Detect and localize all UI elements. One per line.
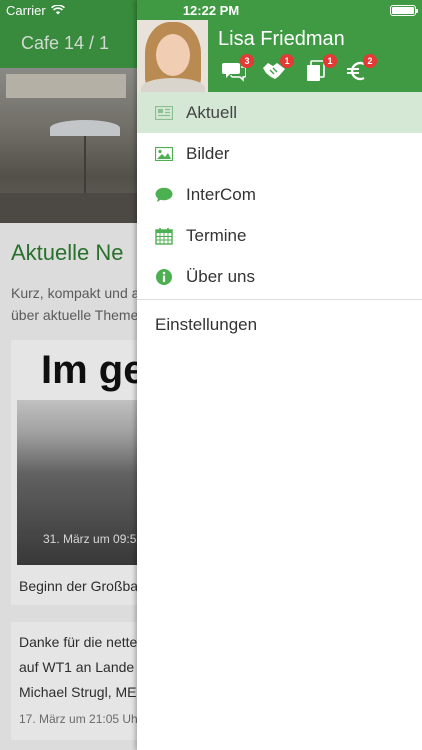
notification-badge: 1 (280, 54, 294, 68)
euro-icon[interactable]: 2 (345, 54, 377, 82)
notification-badge: 1 (323, 54, 337, 68)
notification-badge: 2 (363, 54, 377, 68)
speech-bubble-icon (155, 186, 173, 204)
chat-bubbles-icon[interactable]: 3 (222, 54, 254, 82)
menu-item-label: Aktuell (186, 102, 238, 122)
drawer-overlay[interactable] (0, 0, 137, 750)
menu-item-einstellungen[interactable]: Einstellungen (137, 300, 422, 350)
menu-item-label: Einstellungen (155, 315, 258, 334)
handshake-icon[interactable]: 1 (262, 54, 294, 82)
avatar[interactable] (137, 20, 208, 92)
menu-item-label: Bilder (186, 143, 230, 163)
wifi-icon (50, 3, 65, 18)
notification-badge: 3 (240, 54, 254, 68)
menu-item-label: InterCom (186, 184, 256, 204)
menu-item-bilder[interactable]: Bilder (137, 133, 422, 174)
navigation-drawer: Lisa Friedman 3 1 1 2 Aktuell Bilder Int… (137, 0, 422, 750)
menu-item-label: Über uns (186, 266, 255, 286)
status-bar: Carrier 12:22 PM (0, 0, 422, 20)
app-screen: Cafe 14 / 1 Aktuelle Ne Kurz, kompakt un… (0, 0, 422, 750)
clock: 12:22 PM (182, 2, 240, 18)
carrier-label: Carrier (6, 2, 46, 18)
menu-item-termine[interactable]: Termine (137, 215, 422, 256)
menu-item-intercom[interactable]: InterCom (137, 174, 422, 215)
menu-item-label: Termine (186, 225, 247, 245)
menu-item-aktuell[interactable]: Aktuell (137, 92, 422, 133)
info-icon (155, 268, 173, 286)
newspaper-icon (155, 104, 173, 122)
documents-icon[interactable]: 1 (305, 54, 337, 82)
battery-icon (390, 4, 418, 16)
calendar-icon (155, 227, 173, 245)
drawer-menu: Aktuell Bilder InterCom Termine Über uns… (137, 92, 422, 350)
image-icon (155, 145, 173, 163)
user-name: Lisa Friedman (218, 28, 345, 50)
menu-item-ueber-uns[interactable]: Über uns (137, 256, 422, 297)
